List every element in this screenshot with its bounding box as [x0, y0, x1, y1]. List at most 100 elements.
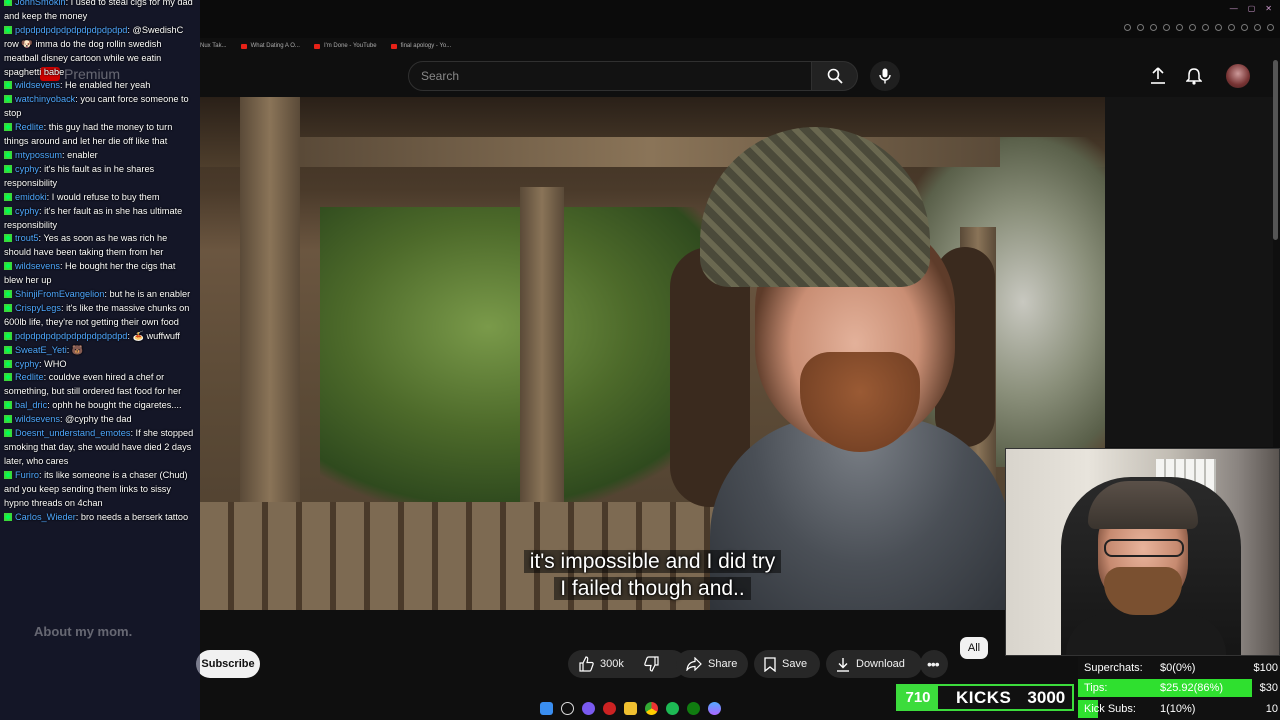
- scrollbar[interactable]: [1273, 60, 1278, 240]
- chat-text: He enabled her yeah: [65, 80, 151, 91]
- extension-icon[interactable]: [1150, 24, 1157, 31]
- spotify-icon[interactable]: [666, 701, 679, 715]
- chat-username[interactable]: cyphy: [15, 164, 39, 174]
- thumbs-up-icon[interactable]: [578, 656, 594, 672]
- chat-username[interactable]: Carlos_Wieder: [15, 512, 76, 522]
- minimize-icon[interactable]: —: [1230, 4, 1238, 13]
- chat-username[interactable]: Redlite: [15, 372, 44, 382]
- share-label: Share: [708, 658, 738, 670]
- chat-username[interactable]: wildsevens: [15, 80, 60, 90]
- extension-icon[interactable]: [1267, 24, 1274, 31]
- kicks-goal: 3000: [1027, 687, 1066, 707]
- chip-all-label: All: [967, 642, 981, 654]
- create-button[interactable]: [1146, 64, 1170, 88]
- sub-badge-icon: [4, 303, 12, 312]
- chat-username[interactable]: Furiro: [15, 470, 39, 480]
- bookmark[interactable]: final apology - Yo...: [390, 43, 451, 49]
- more-actions-button[interactable]: •••: [920, 650, 948, 678]
- extension-icon[interactable]: [1176, 24, 1183, 31]
- voice-search-button[interactable]: [870, 61, 900, 91]
- discord-icon[interactable]: [582, 701, 595, 715]
- upload-icon: [1151, 67, 1165, 84]
- extension-icon[interactable]: [1202, 24, 1209, 31]
- tips-value: $25.92(86%): [1160, 682, 1223, 694]
- superchats-row: Superchats: $0(0%) $100: [1078, 658, 1280, 678]
- chat-username[interactable]: cyphy: [15, 206, 39, 216]
- chat-username[interactable]: pdpdpdpdpdpdpdpdpdpdpd: [15, 25, 127, 35]
- chat-username[interactable]: trout5: [15, 233, 39, 243]
- sub-badge-icon: [4, 470, 12, 479]
- extension-icon[interactable]: [1241, 24, 1248, 31]
- search-button[interactable]: [812, 61, 858, 91]
- chat-username[interactable]: CrispyLegs: [15, 303, 61, 313]
- windows-start-icon[interactable]: [540, 701, 553, 715]
- sub-badge-icon: [4, 123, 12, 132]
- chat-username[interactable]: Redlite: [15, 122, 44, 132]
- extension-icon[interactable]: [1228, 24, 1235, 31]
- search-input[interactable]: Search: [408, 61, 812, 91]
- kick-subs-label: Kick Subs:: [1084, 703, 1136, 715]
- save-button[interactable]: Save: [754, 650, 820, 678]
- extension-icon[interactable]: [1215, 24, 1222, 31]
- like-count[interactable]: 300k: [600, 658, 624, 670]
- caption-line: it's impossible and I did try: [523, 550, 782, 573]
- search-icon[interactable]: [561, 701, 574, 715]
- extension-icons: [1124, 24, 1274, 31]
- sub-badge-icon: [4, 345, 12, 354]
- kick-subs-value: 1(10%): [1160, 703, 1196, 715]
- bookmark[interactable]: I'm Done - YouTube: [313, 43, 377, 49]
- extension-icon[interactable]: [1124, 24, 1131, 31]
- chat-username[interactable]: ShinjiFromEvangelion: [15, 289, 104, 299]
- chat-username[interactable]: bal_dric: [15, 400, 47, 410]
- donation-goals-panel: Superchats: $0(0%) $100 Tips: $25.92(86%…: [1078, 657, 1280, 720]
- chat-username[interactable]: wildsevens: [15, 414, 60, 424]
- chat-username[interactable]: wildsevens: [15, 261, 60, 271]
- extension-icon[interactable]: [1163, 24, 1170, 31]
- chat-username[interactable]: SweatE_Yeti: [15, 345, 67, 355]
- chat-text: I would refuse to buy them: [51, 191, 160, 202]
- download-icon: [837, 657, 849, 672]
- app-icon[interactable]: [603, 701, 616, 715]
- chat-username[interactable]: cyphy: [15, 359, 39, 369]
- chat-message: trout5: Yes as soon as he was rich he sh…: [0, 232, 200, 260]
- bookmark-icon: [764, 656, 776, 672]
- extension-icon[interactable]: [1254, 24, 1261, 31]
- like-dislike-group: 300k: [568, 650, 686, 678]
- sub-badge-icon: [4, 206, 12, 215]
- chat-username[interactable]: mtypossum: [15, 150, 62, 160]
- chrome-icon[interactable]: [645, 701, 658, 715]
- chat-username[interactable]: watchinyoback: [15, 94, 75, 104]
- extension-icon[interactable]: [1189, 24, 1196, 31]
- chat-text: @cyphy the dad: [65, 414, 132, 425]
- close-icon[interactable]: ✕: [1265, 4, 1272, 13]
- chat-message: wildsevens: He bought her the cigs that …: [0, 260, 200, 288]
- sub-badge-icon: [4, 331, 12, 340]
- share-button[interactable]: Share: [676, 650, 748, 678]
- subscribe-button[interactable]: Subscribe: [196, 650, 260, 678]
- share-icon: [686, 657, 702, 671]
- chat-message: watchinyoback: you cant force someone to…: [0, 93, 200, 121]
- folder-icon[interactable]: [624, 701, 637, 715]
- app-icon[interactable]: [708, 701, 721, 715]
- kick-subs-goal: 10: [1265, 703, 1278, 715]
- thumbs-down-icon[interactable]: [644, 656, 660, 672]
- xbox-icon[interactable]: [687, 701, 700, 715]
- maximize-icon[interactable]: ▢: [1248, 4, 1256, 13]
- notifications-button[interactable]: [1182, 64, 1206, 88]
- bookmark[interactable]: What Dating A O...: [240, 43, 300, 49]
- chat-username[interactable]: pdpdpdpdpdpdpdpdpdpdpd: [15, 331, 127, 341]
- download-button[interactable]: Download: [826, 650, 922, 678]
- bookmark[interactable]: Nux Tak...: [200, 43, 227, 49]
- window-controls: — ▢ ✕: [1230, 4, 1272, 13]
- sub-badge-icon: [4, 234, 12, 243]
- chat-username[interactable]: emidoki: [15, 192, 47, 202]
- account-avatar[interactable]: [1226, 64, 1250, 88]
- extension-icon[interactable]: [1137, 24, 1144, 31]
- video-captions: it's impossible and I did try I failed t…: [200, 548, 1105, 602]
- search-placeholder: Search: [421, 69, 460, 83]
- chat-username[interactable]: JohnSmokin: [15, 0, 66, 7]
- video-player[interactable]: [200, 97, 1105, 610]
- streamer-webcam: [1005, 448, 1280, 656]
- chip-all[interactable]: All: [960, 637, 988, 659]
- chat-username[interactable]: Doesnt_understand_emotes: [15, 428, 130, 438]
